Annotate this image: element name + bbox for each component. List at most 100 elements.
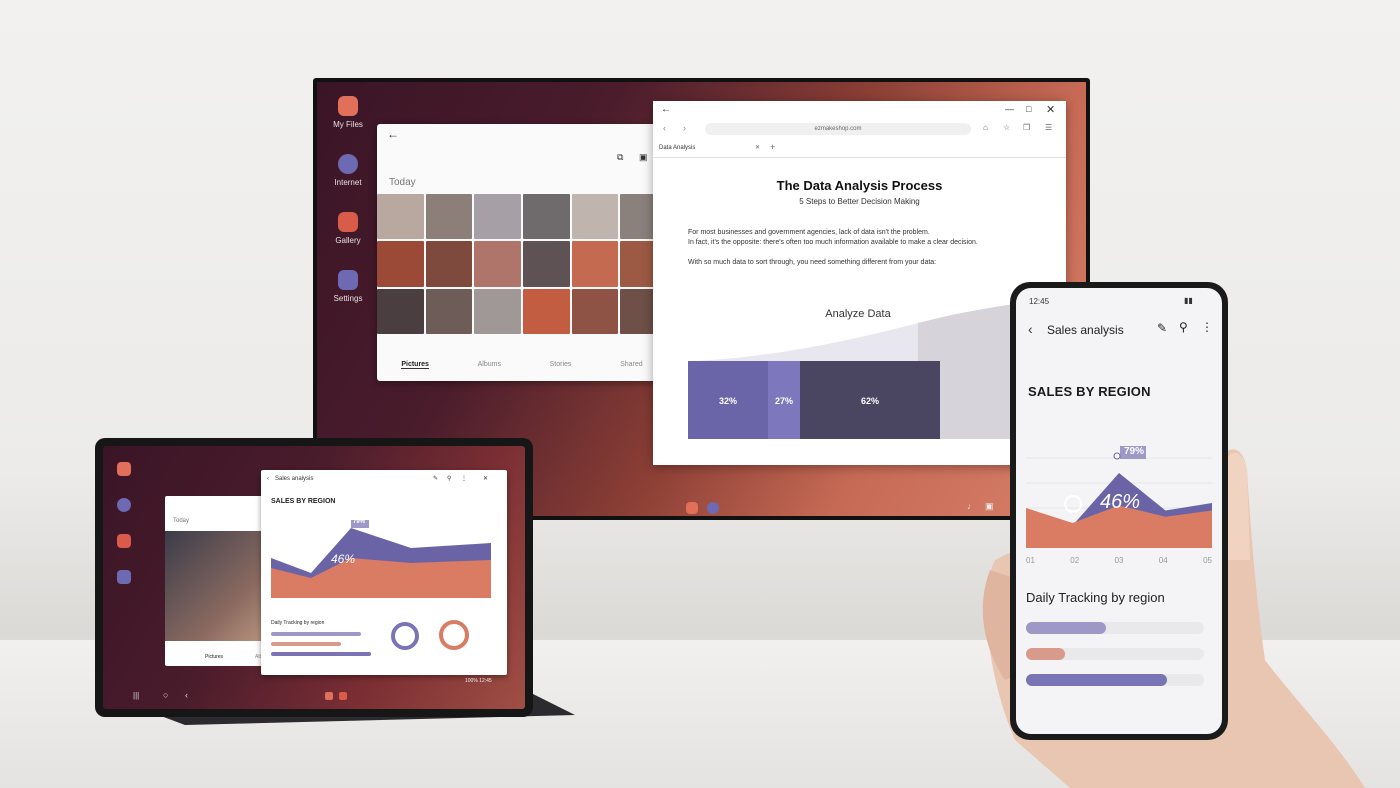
photo-thumbnail[interactable] bbox=[377, 241, 424, 287]
dock-my-files[interactable]: My Files bbox=[327, 96, 369, 129]
photo-thumbnail[interactable] bbox=[425, 241, 473, 287]
back-icon[interactable]: ‹ bbox=[1028, 321, 1033, 337]
photo-thumbnail[interactable] bbox=[474, 241, 521, 287]
x-tick: 02 bbox=[1070, 556, 1080, 565]
search-icon[interactable]: ⚲ bbox=[1179, 320, 1188, 334]
sales-area-chart bbox=[271, 520, 491, 598]
nav-forward-icon[interactable]: › bbox=[683, 123, 686, 133]
recents-icon[interactable]: ||| bbox=[133, 691, 139, 700]
tab-pictures[interactable]: Pictures bbox=[205, 654, 223, 660]
photo-thumbnail[interactable] bbox=[523, 288, 570, 334]
nav-back-icon[interactable]: ‹ bbox=[663, 123, 666, 133]
back-icon[interactable]: ← bbox=[387, 127, 399, 141]
chart-annotation: 79% bbox=[1124, 446, 1145, 457]
bookmark-icon[interactable]: ☆ bbox=[1003, 123, 1010, 132]
paragraph: For most businesses and government agenc… bbox=[688, 229, 930, 236]
close-tab-icon[interactable]: ✕ bbox=[755, 141, 760, 155]
x-tick: 04 bbox=[1158, 556, 1168, 565]
tablet-screen: Today Pictures Albums ‹ Sales analysis ✎… bbox=[103, 446, 525, 709]
folder-icon[interactable] bbox=[117, 462, 131, 476]
photo-thumbnail[interactable] bbox=[571, 288, 619, 334]
browser-window: ← — □ ✕ ‹ › ezmakeshop.com ⌂ ☆ ❐ ☰ Data … bbox=[653, 101, 1066, 465]
photo-thumbnail[interactable] bbox=[425, 194, 473, 240]
paragraph: In fact, it's the opposite: there's ofte… bbox=[688, 239, 978, 246]
dock-settings[interactable]: Settings bbox=[327, 270, 369, 303]
internet-icon bbox=[338, 154, 358, 174]
internet-icon[interactable] bbox=[707, 502, 719, 514]
photo-thumbnail[interactable] bbox=[425, 288, 473, 334]
divider bbox=[653, 157, 1066, 158]
search-icon[interactable]: ⚲ bbox=[447, 475, 451, 482]
app-title: Sales analysis bbox=[1047, 323, 1124, 337]
close-icon[interactable]: ✕ bbox=[483, 475, 488, 482]
home-icon[interactable]: ○ bbox=[163, 690, 168, 700]
photo-thumbnail[interactable] bbox=[571, 194, 619, 240]
back-icon[interactable]: ← bbox=[661, 104, 671, 115]
photo-thumbnail[interactable] bbox=[377, 288, 424, 334]
edit-icon[interactable]: ✎ bbox=[433, 475, 438, 482]
app-icon[interactable] bbox=[339, 692, 347, 700]
x-tick: 01 bbox=[1026, 556, 1035, 565]
progress-bar bbox=[1026, 622, 1107, 634]
tab-pictures[interactable]: Pictures bbox=[401, 361, 429, 369]
chart-annotation: 46% bbox=[331, 552, 356, 566]
peak-marker bbox=[1113, 452, 1121, 460]
browser-tab[interactable]: Data Analysis ✕ bbox=[659, 141, 769, 155]
gallery-date-header: Today bbox=[173, 518, 190, 524]
tablet-device: Today Pictures Albums ‹ Sales analysis ✎… bbox=[95, 438, 533, 717]
back-icon[interactable]: ‹ bbox=[267, 476, 269, 482]
gallery-icon[interactable] bbox=[117, 534, 131, 548]
section-heading: SALES BY REGION bbox=[1028, 384, 1151, 399]
gear-icon[interactable] bbox=[117, 570, 131, 584]
maximize-icon[interactable]: □ bbox=[1026, 104, 1031, 114]
photo-thumbnail[interactable] bbox=[523, 194, 570, 240]
article-body: For most businesses and government agenc… bbox=[688, 228, 1048, 278]
more-icon[interactable]: ⋮ bbox=[461, 475, 467, 482]
gallery-window: ← ⧉ ▣ Today Pictures Albums Stories Shar… bbox=[377, 124, 667, 381]
camera-icon[interactable]: ▣ bbox=[639, 152, 648, 163]
photo-thumbnail[interactable] bbox=[571, 241, 619, 287]
back-icon[interactable]: ‹ bbox=[185, 690, 188, 700]
tab-stories[interactable]: Stories bbox=[550, 361, 572, 369]
photo-thumbnail[interactable] bbox=[377, 194, 424, 240]
bar-value-label: 32% bbox=[719, 396, 737, 406]
progress-bar bbox=[271, 632, 361, 636]
dock-gallery[interactable]: Gallery bbox=[327, 212, 369, 245]
progress-bar bbox=[1026, 648, 1066, 660]
chart-annotation: 79% bbox=[353, 519, 366, 525]
url-text: ezmakeshop.com bbox=[814, 126, 862, 132]
home-icon[interactable]: ⌂ bbox=[983, 123, 988, 132]
donut-chart bbox=[439, 620, 469, 650]
new-tab-icon[interactable]: + bbox=[770, 142, 775, 152]
tab-shared[interactable]: Shared bbox=[620, 361, 643, 369]
select-icon[interactable]: ⧉ bbox=[617, 152, 623, 163]
dock-internet[interactable]: Internet bbox=[327, 154, 369, 187]
gallery-tabs: Pictures Albums Stories Shared bbox=[377, 361, 667, 369]
app-title: Sales analysis bbox=[275, 476, 314, 482]
gallery-icon bbox=[338, 212, 358, 232]
gear-icon bbox=[338, 270, 358, 290]
phone-device: 12:45 ▮▮ ‹ Sales analysis ✎ ⚲ ⋮ SALES BY… bbox=[1010, 282, 1228, 740]
close-icon[interactable]: ✕ bbox=[1046, 103, 1055, 116]
x-tick: 03 bbox=[1114, 556, 1124, 565]
gallery-icon[interactable] bbox=[325, 692, 333, 700]
minimize-icon[interactable]: — bbox=[1005, 104, 1014, 114]
chart-title: Analyze Data bbox=[825, 308, 891, 320]
x-tick: 05 bbox=[1203, 556, 1212, 565]
sales-analysis-window: ‹ Sales analysis ✎ ⚲ ⋮ ✕ SALES BY REGION… bbox=[261, 470, 507, 675]
photo-thumbnail[interactable] bbox=[474, 194, 521, 240]
internet-icon[interactable] bbox=[117, 498, 131, 512]
photo-thumbnail[interactable] bbox=[474, 288, 521, 334]
menu-icon[interactable]: ☰ bbox=[1045, 123, 1052, 132]
donut-chart bbox=[391, 622, 419, 650]
photo-thumbnail[interactable] bbox=[523, 241, 570, 287]
address-bar[interactable]: ezmakeshop.com bbox=[705, 123, 971, 135]
edit-icon[interactable]: ✎ bbox=[1157, 321, 1167, 335]
gallery-icon[interactable] bbox=[686, 502, 698, 514]
more-icon[interactable]: ⋮ bbox=[1201, 320, 1213, 334]
tabs-icon[interactable]: ❐ bbox=[1023, 123, 1030, 132]
highlight-marker bbox=[1064, 495, 1082, 513]
status-time: 12:45 bbox=[1029, 297, 1050, 306]
x-axis-ticks: 01 02 03 04 05 bbox=[1026, 556, 1212, 565]
tab-albums[interactable]: Albums bbox=[478, 361, 501, 369]
